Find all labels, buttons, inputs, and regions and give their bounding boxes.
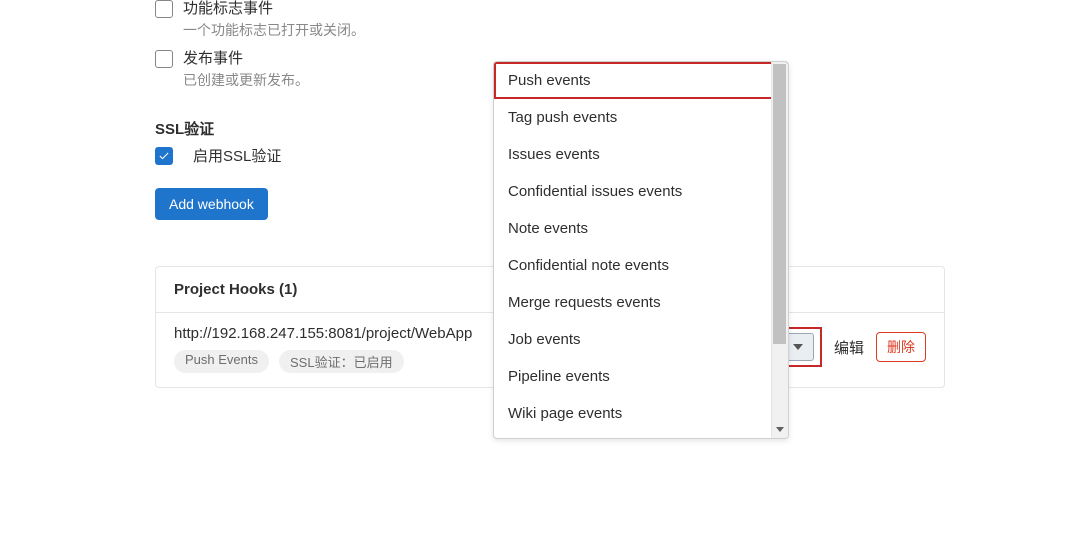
delete-button[interactable]: 删除: [876, 332, 926, 362]
dropdown-item[interactable]: Push events: [494, 62, 788, 99]
dropdown-item[interactable]: Tag push events: [494, 99, 788, 136]
chevron-down-icon: [793, 344, 803, 350]
trigger-feature-flag[interactable]: 功能标志事件 一个功能标志已打开或关闭。: [155, 0, 1076, 40]
scrollbar[interactable]: [771, 62, 788, 438]
dropdown-item[interactable]: Confidential issues events: [494, 173, 788, 210]
trigger-desc: 一个功能标志已打开或关闭。: [183, 20, 365, 40]
dropdown-item[interactable]: Pipeline events: [494, 358, 788, 395]
dropdown-item[interactable]: Issues events: [494, 136, 788, 173]
trigger-title: 发布事件: [183, 50, 309, 68]
dropdown-item[interactable]: Wiki page events: [494, 395, 788, 432]
dropdown-item[interactable]: Note events: [494, 210, 788, 247]
add-webhook-button[interactable]: Add webhook: [155, 188, 268, 220]
dropdown-item[interactable]: Merge requests events: [494, 284, 788, 321]
badge-push-events: Push Events: [174, 350, 269, 373]
dropdown-item[interactable]: Confidential note events: [494, 247, 788, 284]
badge-ssl: SSL验证：已启用: [279, 350, 404, 373]
scrollbar-thumb[interactable]: [773, 64, 786, 344]
trigger-desc: 已创建或更新发布。: [183, 70, 309, 90]
trigger-title: 功能标志事件: [183, 0, 365, 18]
checkbox-icon[interactable]: [155, 0, 173, 18]
scroll-down-icon[interactable]: [771, 421, 788, 438]
ssl-enable-label: 启用SSL验证: [193, 145, 281, 166]
dropdown-item[interactable]: Job events: [494, 321, 788, 358]
checkbox-icon-checked[interactable]: [155, 147, 173, 165]
checkbox-icon[interactable]: [155, 50, 173, 68]
test-dropdown: Push eventsTag push eventsIssues eventsC…: [493, 61, 789, 439]
edit-link[interactable]: 编辑: [834, 337, 864, 358]
